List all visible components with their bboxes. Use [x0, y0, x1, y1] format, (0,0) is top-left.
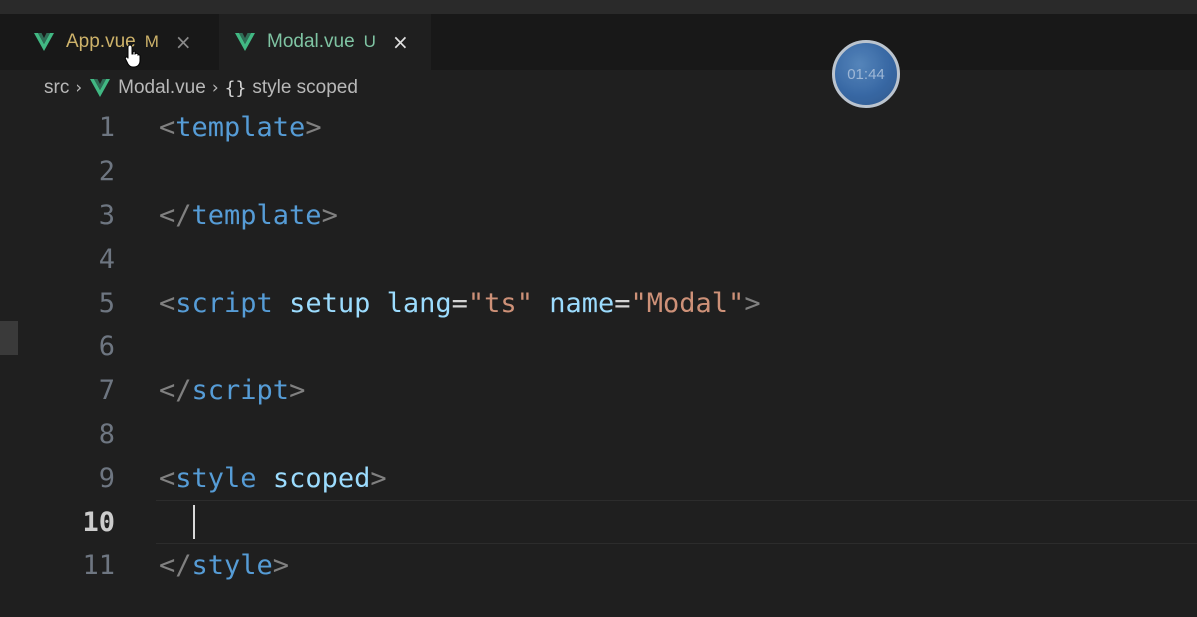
- code-line: 5 <script setup lang="ts" name="Modal">: [0, 281, 1197, 325]
- git-status-badge: M: [144, 32, 159, 51]
- tag-name: style: [175, 462, 257, 494]
- vue-icon: [34, 33, 54, 51]
- breadcrumb-item-file[interactable]: Modal.vue: [118, 77, 206, 99]
- tab-modal-vue[interactable]: Modal.vue U ×: [219, 14, 431, 70]
- code-line: 4: [0, 237, 1197, 281]
- code-line: 11 </style>: [0, 544, 1197, 588]
- equals-sign: =: [451, 287, 468, 319]
- title-strip: [0, 0, 1197, 14]
- tab-label: Modal.vue: [267, 31, 355, 52]
- line-number: 7: [98, 375, 115, 407]
- code-line: 1 <template>: [0, 106, 1197, 150]
- attribute-name: scoped: [272, 462, 371, 494]
- line-number: 3: [98, 199, 115, 231]
- tag-bracket: >: [370, 462, 387, 494]
- code-line: 9 <style scoped>: [0, 456, 1197, 500]
- chevron-right-icon: ›: [75, 78, 83, 98]
- line-number: 11: [82, 550, 115, 582]
- line-number: 5: [98, 287, 115, 319]
- editor-window: App.vue M × Modal.vue U × 01:44 src › Mo…: [0, 0, 1197, 617]
- tag-bracket: </: [159, 375, 192, 407]
- line-number: 6: [98, 331, 115, 363]
- tag-bracket: <: [159, 462, 176, 494]
- mouse-pointer-icon: [124, 44, 141, 68]
- code-editor[interactable]: 1 <template> 2 3 </template> 4 5 <script…: [0, 106, 1197, 588]
- vue-icon: [90, 79, 111, 97]
- tag-name: style: [191, 550, 273, 582]
- attribute-name: name: [549, 287, 615, 319]
- tag-bracket: <: [159, 287, 176, 319]
- tab-app-vue[interactable]: App.vue M ×: [18, 14, 218, 70]
- code-line: 7 </script>: [0, 369, 1197, 413]
- close-icon[interactable]: ×: [392, 30, 409, 54]
- tag-bracket: </: [159, 550, 192, 582]
- attribute-value: "ts": [467, 287, 533, 319]
- attribute-name: setup: [289, 287, 371, 319]
- attribute-value: "Modal": [630, 287, 745, 319]
- vue-icon: [235, 33, 255, 51]
- close-icon[interactable]: ×: [175, 30, 192, 54]
- tag-name: script: [175, 287, 273, 319]
- tag-bracket: >: [305, 112, 322, 144]
- code-line: 3 </template>: [0, 194, 1197, 238]
- chevron-right-icon: ›: [211, 78, 219, 98]
- code-line-current[interactable]: 10: [0, 500, 1197, 544]
- tag-bracket: >: [744, 287, 761, 319]
- equals-sign: =: [614, 287, 631, 319]
- tag-name: script: [191, 375, 290, 407]
- line-number: 4: [98, 243, 115, 275]
- tab-bar: App.vue M × Modal.vue U ×: [0, 14, 1197, 70]
- tag-bracket: <: [159, 112, 176, 144]
- tag-name: template: [175, 112, 306, 144]
- git-status-badge: U: [363, 32, 376, 51]
- line-number: 1: [98, 112, 115, 144]
- tag-bracket: >: [321, 199, 338, 231]
- code-line: 6: [0, 325, 1197, 369]
- line-number: 2: [98, 156, 115, 188]
- tag-bracket: >: [289, 375, 306, 407]
- symbol-braces-icon: {}: [224, 77, 247, 99]
- breadcrumb-item-symbol[interactable]: style scoped: [252, 77, 358, 99]
- line-number: 9: [98, 462, 115, 494]
- breadcrumb-item-src[interactable]: src: [44, 77, 69, 99]
- code-line: 8: [0, 413, 1197, 457]
- recording-timer: 01:44: [832, 40, 900, 108]
- attribute-name: lang: [386, 287, 452, 319]
- line-number: 10: [82, 506, 115, 538]
- text-caret: [193, 505, 195, 540]
- tag-bracket: >: [272, 550, 290, 582]
- breadcrumb: src › Modal.vue › {} style scoped: [44, 74, 358, 102]
- line-number: 8: [98, 418, 115, 450]
- tag-bracket: </: [159, 199, 192, 231]
- tag-name: template: [191, 199, 322, 231]
- code-line: 2: [0, 150, 1197, 194]
